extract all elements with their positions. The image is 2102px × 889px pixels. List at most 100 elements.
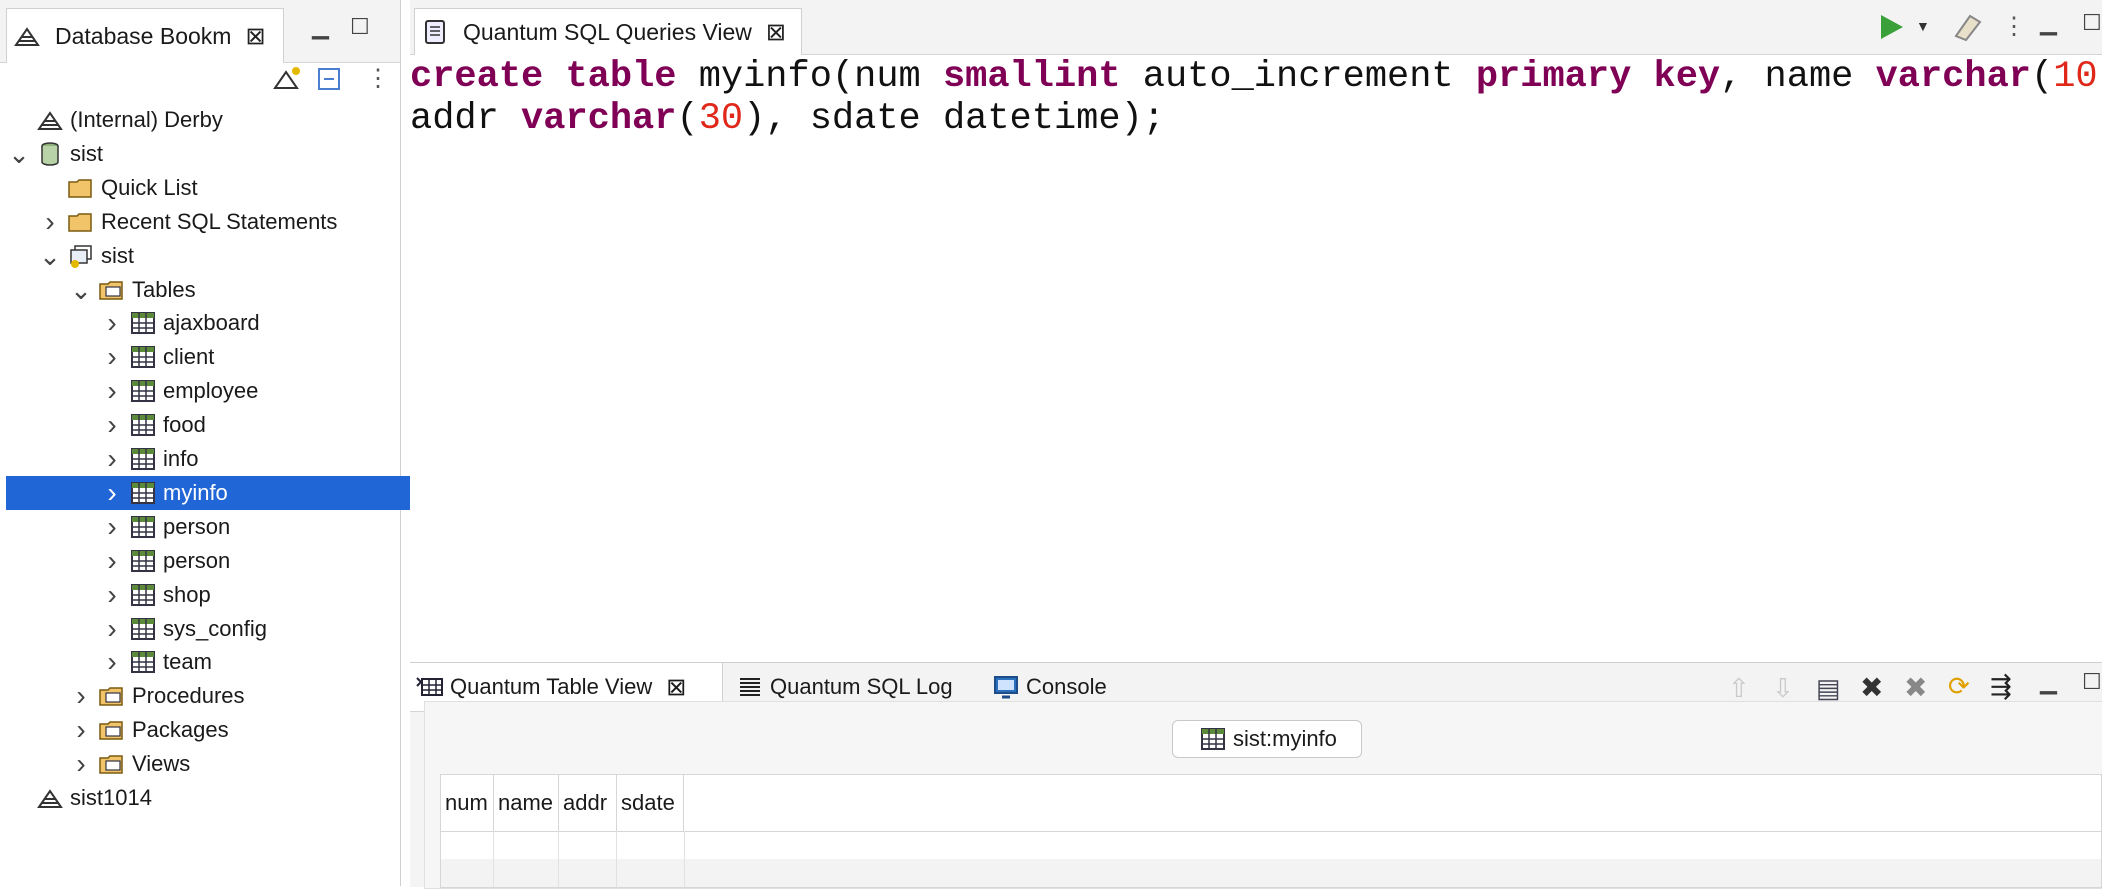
chevron-right-icon[interactable]: ›: [101, 579, 123, 611]
tree-item-procedures[interactable]: › Procedures: [70, 679, 244, 713]
chevron-down-icon[interactable]: ⌄: [39, 243, 61, 269]
table-row: [441, 859, 2101, 887]
refresh-icon[interactable]: ⟳: [1948, 671, 1970, 702]
chevron-right-icon[interactable]: ›: [39, 206, 61, 238]
column-header[interactable]: num: [441, 775, 494, 831]
tree-item-employee[interactable]: › employee: [101, 374, 258, 408]
sql-text: ), sdate datetime);: [743, 98, 1165, 140]
tree-item-info[interactable]: › info: [101, 442, 198, 476]
table-view-icon: [416, 677, 443, 696]
chevron-right-icon[interactable]: ›: [70, 680, 92, 712]
folder-tables-icon: [99, 755, 123, 774]
folder-tables-icon: [99, 721, 123, 740]
chevron-right-icon[interactable]: ›: [101, 307, 123, 339]
view-menu-icon[interactable]: ⋮: [366, 64, 390, 93]
chevron-right-icon[interactable]: ›: [101, 646, 123, 678]
sql-query-text[interactable]: create table myinfo(num smallint auto_in…: [410, 56, 2102, 140]
tree-item-team[interactable]: › team: [101, 645, 212, 679]
table-icon: [131, 346, 155, 369]
column-header[interactable]: addr: [559, 775, 617, 831]
view-menu-icon[interactable]: ⋮: [2002, 12, 2026, 41]
chevron-down-icon[interactable]: ⌄: [8, 141, 30, 167]
chevron-right-icon[interactable]: ›: [101, 613, 123, 645]
tree-item-label: client: [163, 344, 215, 370]
chevron-right-icon[interactable]: ›: [101, 545, 123, 577]
schema-icon: [70, 244, 92, 268]
arrow-down-icon[interactable]: ⇩: [1772, 673, 1794, 704]
table-icon: [131, 481, 155, 504]
eraser-icon[interactable]: [1950, 12, 1984, 47]
sql-text: , name: [1720, 56, 1876, 98]
tree-item-label: ajaxboard: [163, 310, 260, 336]
minimize-icon[interactable]: ▁: [312, 14, 329, 40]
sql-keyword: smallint: [942, 56, 1121, 98]
tree-item-recent-sql-statements[interactable]: › Recent SQL Statements: [39, 205, 337, 239]
tree-item-label: sist: [101, 242, 134, 268]
tree-item-sist[interactable]: ⌄ sist: [8, 137, 103, 171]
sql-text: ),: [2098, 56, 2102, 98]
header-divider: [441, 831, 2101, 832]
tree-item-client[interactable]: › client: [101, 340, 214, 374]
new-bookmark-icon[interactable]: [272, 64, 302, 99]
filter-icon[interactable]: ⇶: [1990, 671, 2012, 702]
tree-item-label: person: [163, 513, 231, 539]
tab-quantum-sql-queries[interactable]: Quantum SQL Queries View ⊠: [414, 8, 802, 55]
close-icon[interactable]: ⊠: [666, 673, 686, 702]
chevron-down-icon[interactable]: ⌄: [70, 277, 92, 303]
minimize-icon[interactable]: ▁: [2040, 669, 2057, 695]
column-header[interactable]: name: [494, 775, 559, 831]
run-icon[interactable]: [1876, 12, 1906, 47]
sql-keyword: create: [410, 56, 544, 98]
editor-tabbar: Quantum SQL Queries View ⊠ ▼ ⋮ ▁ ☐: [410, 0, 2102, 55]
tree-item-person[interactable]: › person: [101, 510, 230, 544]
close-icon[interactable]: ⊠: [766, 18, 786, 47]
maximize-icon[interactable]: ☐: [2082, 10, 2102, 36]
minimize-icon[interactable]: ▁: [2040, 10, 2057, 36]
close-icon[interactable]: ⊠: [245, 22, 265, 51]
tree-item-tables[interactable]: ⌄ Tables: [70, 273, 196, 307]
tree-item-sist[interactable]: ⌄ sist: [39, 239, 134, 273]
tree-item-person[interactable]: › person: [101, 544, 230, 578]
tab-database-bookmarks[interactable]: Database Bookm ⊠: [6, 8, 284, 63]
tree-item-ajaxboard[interactable]: › ajaxboard: [101, 306, 260, 340]
sql-text: auto_increment: [1120, 56, 1476, 98]
chevron-right-icon[interactable]: ›: [70, 714, 92, 746]
maximize-icon[interactable]: ☐: [350, 14, 370, 40]
tab-quantum-table-view-label: Quantum Table View: [450, 674, 653, 699]
maximize-icon[interactable]: ☐: [2082, 669, 2102, 695]
chevron-right-icon[interactable]: ›: [101, 477, 123, 509]
tree-item-sist1014[interactable]: sist1014: [8, 781, 152, 815]
remove-icon[interactable]: ✖: [1860, 671, 1883, 704]
tree-item-food[interactable]: › food: [101, 408, 206, 442]
bookmarks-tabbar: Database Bookm ⊠ ▁ ☐: [0, 0, 400, 63]
tree-item-label: food: [163, 412, 206, 438]
document-icon[interactable]: ▤: [1816, 673, 1841, 704]
sql-keyword: varchar: [1875, 56, 2031, 98]
chevron-right-icon[interactable]: ›: [101, 341, 123, 373]
tree-item-shop[interactable]: › shop: [101, 578, 210, 612]
chevron-right-icon[interactable]: ›: [101, 409, 123, 441]
tree-item-internal-derby[interactable]: (Internal) Derby: [8, 103, 223, 137]
tree-item-packages[interactable]: › Packages: [70, 713, 228, 747]
run-dropdown-icon[interactable]: ▼: [1916, 18, 1930, 34]
console-icon: [994, 676, 1018, 699]
collapse-all-icon[interactable]: [316, 66, 344, 97]
folder-tables-icon: [99, 687, 123, 707]
results-table[interactable]: num name addr sdate: [440, 774, 2102, 888]
remove-all-icon[interactable]: ✖: [1904, 671, 1927, 704]
chevron-right-icon[interactable]: ›: [101, 375, 123, 407]
column-header[interactable]: sdate: [617, 775, 684, 831]
chevron-right-icon[interactable]: ›: [70, 748, 92, 780]
tree-item-quick-list[interactable]: Quick List: [39, 171, 198, 205]
chevron-right-icon[interactable]: ›: [101, 511, 123, 543]
tree-item-views[interactable]: › Views: [70, 747, 190, 781]
chevron-right-icon[interactable]: ›: [101, 443, 123, 475]
tree-item-sys-config[interactable]: › sys_config: [101, 612, 267, 646]
table-title-tab[interactable]: sist:myinfo: [1172, 720, 1362, 758]
tab-quantum-sql-queries-label: Quantum SQL Queries View: [463, 18, 752, 45]
arrow-up-icon[interactable]: ⇧: [1728, 673, 1750, 704]
table-icon: [131, 651, 155, 674]
tree-item-label: sist: [70, 140, 103, 166]
folder-icon: [68, 179, 92, 198]
